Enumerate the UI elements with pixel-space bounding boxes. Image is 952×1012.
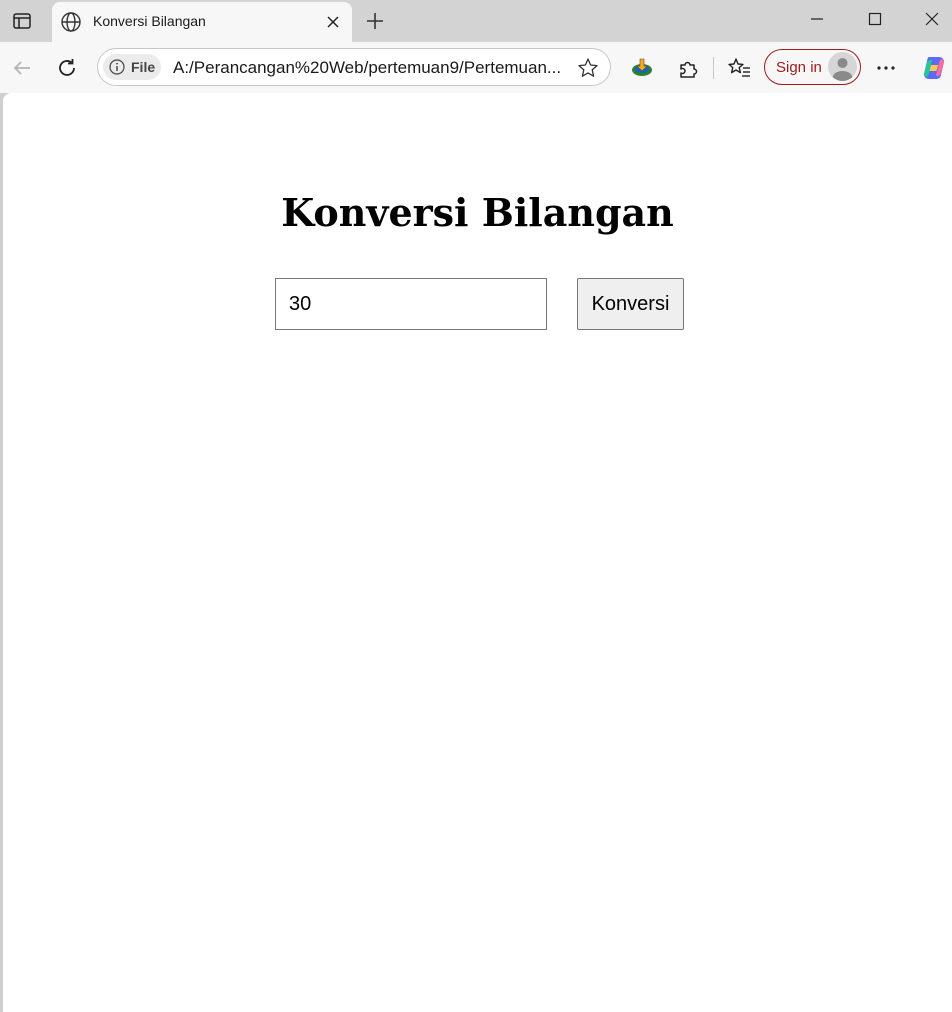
favorites-list-icon[interactable] [726, 54, 754, 82]
site-chip-label: File [131, 59, 156, 75]
back-arrow-icon[interactable] [8, 54, 36, 82]
address-bar[interactable]: File A:/Perancangan%20Web/pertemuan9/Per… [97, 48, 611, 86]
konversi-button[interactable]: Konversi [577, 278, 684, 330]
new-tab-icon[interactable] [362, 8, 388, 34]
page-title: Konversi Bilangan [281, 190, 674, 235]
favorite-star-icon[interactable] [576, 56, 600, 80]
sign-in-label: Sign in [776, 59, 822, 76]
sidebar-toggle-icon[interactable] [10, 9, 34, 33]
toolbar-divider [713, 57, 714, 79]
reload-icon[interactable] [53, 54, 81, 82]
close-tab-icon[interactable] [322, 11, 344, 33]
download-manager-extension-icon[interactable] [628, 54, 656, 82]
browser-toolbar: File A:/Perancangan%20Web/pertemuan9/Per… [0, 42, 952, 93]
page-viewport: Konversi Bilangan Konversi [3, 93, 952, 1012]
close-window-icon[interactable] [912, 6, 952, 32]
minimize-icon[interactable] [797, 6, 837, 32]
url-text[interactable]: A:/Perancangan%20Web/pertemuan9/Pertemua… [173, 58, 573, 78]
more-options-icon[interactable] [872, 54, 900, 82]
tab-active[interactable]: Konversi Bilangan [52, 2, 352, 43]
copilot-icon[interactable] [920, 54, 948, 82]
site-info-chip[interactable]: File [103, 54, 161, 80]
tab-title: Konversi Bilangan [93, 13, 206, 29]
info-icon [109, 59, 125, 75]
tab-strip: Konversi Bilangan [0, 0, 952, 43]
number-input[interactable] [275, 278, 547, 330]
maximize-icon[interactable] [855, 6, 895, 32]
sign-in-button[interactable]: Sign in [764, 49, 861, 85]
extensions-puzzle-icon[interactable] [674, 54, 702, 82]
globe-icon [60, 11, 82, 33]
avatar-icon [828, 52, 857, 81]
